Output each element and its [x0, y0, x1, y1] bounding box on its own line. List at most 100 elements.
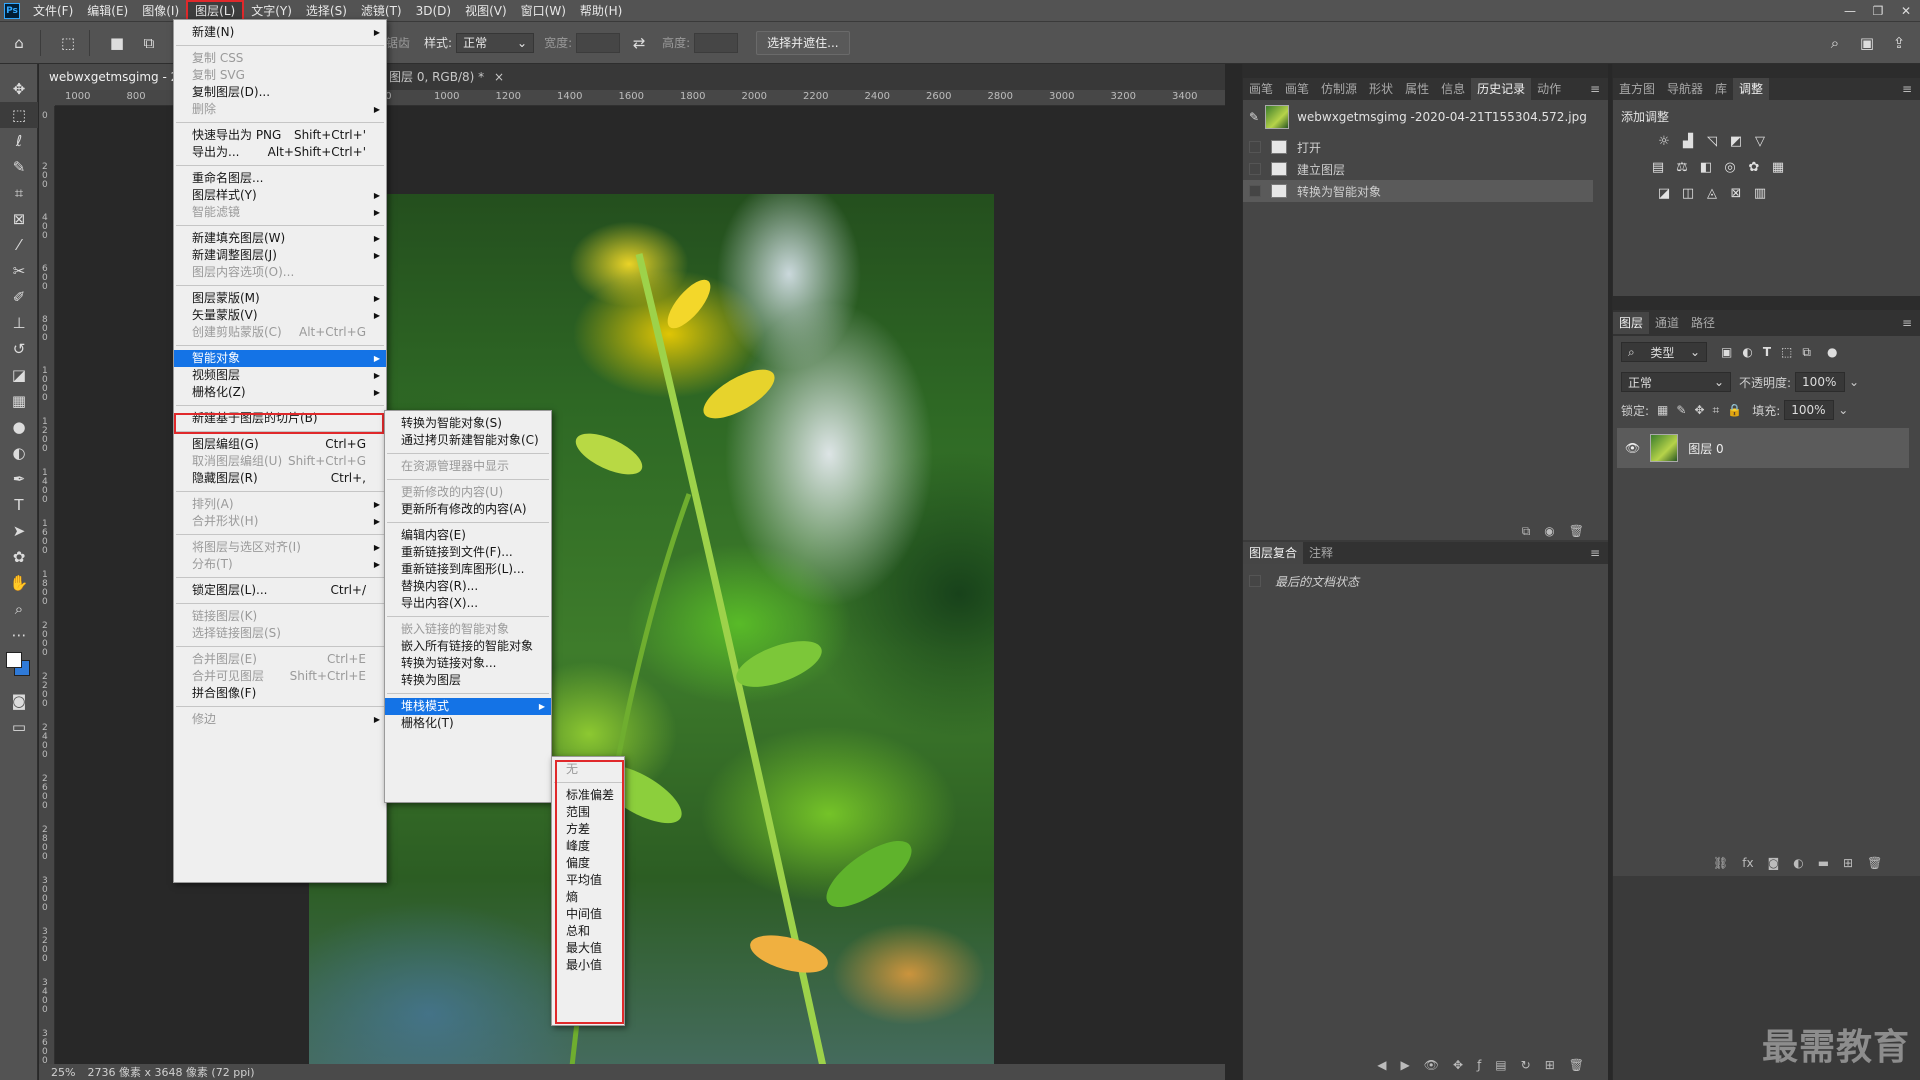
- history-brush-icon[interactable]: ↺: [0, 336, 38, 362]
- frame-icon[interactable]: ⊠: [0, 206, 38, 232]
- layer-menu-item[interactable]: 新建(N) ▶: [174, 24, 386, 41]
- new-group-icon[interactable]: ▬: [1818, 856, 1829, 870]
- history-step-checkbox[interactable]: [1249, 163, 1261, 175]
- lock-transparent-icon[interactable]: ▦: [1657, 403, 1668, 417]
- swap-icon[interactable]: ⇄: [626, 30, 652, 56]
- selective-color-icon[interactable]: ⊠: [1727, 184, 1745, 202]
- layer-menu-item[interactable]: 视频图层 ▶: [174, 367, 386, 384]
- custom-shape-icon[interactable]: ✿: [0, 544, 38, 570]
- select-and-mask-button[interactable]: 选择并遮住...: [756, 30, 850, 55]
- fx-icon[interactable]: fx: [1742, 856, 1753, 870]
- invert-icon[interactable]: ◪: [1655, 184, 1673, 202]
- layer-menu-item[interactable]: 快速导出为 PNG Shift+Ctrl+': [174, 127, 386, 144]
- stack-mode-item[interactable]: 中间值: [552, 906, 624, 923]
- stack-mode-item[interactable]: 平均值: [552, 872, 624, 889]
- brightness-contrast-icon[interactable]: ☼: [1655, 132, 1673, 150]
- comp-checkbox[interactable]: [1249, 575, 1261, 587]
- stack-mode-item[interactable]: 方差: [552, 821, 624, 838]
- menu-window[interactable]: 窗口(W): [514, 0, 573, 22]
- foreground-color-swatch[interactable]: [6, 652, 22, 668]
- quick-selection-icon[interactable]: ✎: [0, 154, 38, 180]
- smart-object-menu-item[interactable]: 嵌入所有链接的智能对象: [385, 638, 551, 655]
- tab-libraries[interactable]: 库: [1709, 78, 1733, 100]
- visibility-comp-icon[interactable]: 👁: [1424, 1058, 1439, 1072]
- panel-collapse-strip[interactable]: [1613, 64, 1920, 78]
- add-selection-icon[interactable]: ⧉: [136, 30, 162, 56]
- filter-pixel-icon[interactable]: ▣: [1721, 345, 1732, 359]
- marquee-preset-icon[interactable]: ⬚: [55, 30, 81, 56]
- hue-saturation-icon[interactable]: ▤: [1649, 158, 1667, 176]
- history-snapshot[interactable]: ✎ webwxgetmsgimg -2020-04-21T155304.572.…: [1243, 104, 1608, 130]
- appearance-comp-icon[interactable]: ▤: [1495, 1058, 1506, 1072]
- eye-icon[interactable]: 👁: [1625, 441, 1640, 455]
- layer-menu-item[interactable]: 图层样式(Y) ▶: [174, 187, 386, 204]
- stack-mode-item[interactable]: 峰度: [552, 838, 624, 855]
- history-step-checkbox[interactable]: [1249, 185, 1261, 197]
- pen-icon[interactable]: ✒: [0, 466, 38, 492]
- smart-object-menu-item[interactable]: 更新所有修改的内容(A): [385, 501, 551, 518]
- exposure-icon[interactable]: ◩: [1727, 132, 1745, 150]
- layer-menu-item[interactable]: 图层编组(G) Ctrl+G: [174, 436, 386, 453]
- layer-menu-item[interactable]: 复制图层(D)...: [174, 84, 386, 101]
- smart-object-menu-item[interactable]: 通过拷贝新建智能对象(C): [385, 432, 551, 449]
- layer-menu-item[interactable]: 隐藏图层(R) Ctrl+,: [174, 470, 386, 487]
- smart-object-menu-item[interactable]: 转换为图层: [385, 672, 551, 689]
- gradient-icon[interactable]: ▦: [0, 388, 38, 414]
- tab-navigator[interactable]: 导航器: [1661, 78, 1709, 100]
- tab-notes[interactable]: 注释: [1303, 542, 1339, 564]
- panel-menu-icon[interactable]: ≡: [1902, 316, 1912, 330]
- smart-object-menu-item[interactable]: 编辑内容(E): [385, 527, 551, 544]
- levels-icon[interactable]: ▟: [1679, 132, 1697, 150]
- link-layers-icon[interactable]: ⛓: [1713, 856, 1728, 870]
- healing-brush-icon[interactable]: ✂: [0, 258, 38, 284]
- stack-mode-item[interactable]: 标准偏差: [552, 787, 624, 804]
- tab-info[interactable]: 信息: [1435, 78, 1471, 100]
- new-document-from-state-icon[interactable]: ⧉: [1522, 524, 1531, 539]
- curves-icon[interactable]: ◹: [1703, 132, 1721, 150]
- history-step[interactable]: 建立图层: [1243, 158, 1593, 180]
- photo-filter-icon[interactable]: ◎: [1721, 158, 1739, 176]
- height-field[interactable]: [694, 32, 739, 53]
- width-field[interactable]: [576, 32, 621, 53]
- history-step[interactable]: 打开: [1243, 136, 1593, 158]
- hand-icon[interactable]: ✋: [0, 570, 38, 596]
- tab-shapes[interactable]: 形状: [1363, 78, 1399, 100]
- vibrance-icon[interactable]: ▽: [1751, 132, 1769, 150]
- smart-object-menu-item[interactable]: 重新链接到库图形(L)...: [385, 561, 551, 578]
- chevron-down-icon[interactable]: ⌄: [1838, 403, 1848, 417]
- layer-menu-item[interactable]: 重命名图层...: [174, 170, 386, 187]
- fill-field[interactable]: 100%: [1784, 400, 1835, 420]
- previous-comp-icon[interactable]: ◀: [1377, 1058, 1386, 1072]
- panel-collapse-strip[interactable]: [1243, 64, 1608, 78]
- filter-shape-icon[interactable]: ⬚: [1781, 345, 1792, 359]
- filter-toggle-icon[interactable]: ●: [1827, 345, 1837, 359]
- opacity-field[interactable]: 100%: [1795, 372, 1846, 392]
- filter-type-icon[interactable]: T: [1763, 345, 1771, 359]
- eraser-icon[interactable]: ◪: [0, 362, 38, 388]
- black-white-icon[interactable]: ◧: [1697, 158, 1715, 176]
- layer-menu-item[interactable]: 新建填充图层(W) ▶: [174, 230, 386, 247]
- tab-history[interactable]: 历史记录: [1471, 78, 1532, 100]
- trash-icon[interactable]: 🗑: [1569, 1058, 1584, 1072]
- stack-mode-item[interactable]: 范围: [552, 804, 624, 821]
- rectangular-marquee-icon[interactable]: ⬚: [0, 102, 38, 128]
- menu-3d[interactable]: 3D(D): [409, 0, 458, 22]
- tab-brushes[interactable]: 画笔: [1279, 78, 1315, 100]
- workspace-icon[interactable]: ▣: [1854, 30, 1880, 56]
- layer-menu-item[interactable]: 新建基于图层的切片(B): [174, 410, 386, 427]
- color-lookup-icon[interactable]: ▦: [1769, 158, 1787, 176]
- layer-menu-item[interactable]: 导出为... Alt+Shift+Ctrl+': [174, 144, 386, 161]
- style-select[interactable]: 正常 ⌄: [456, 32, 535, 53]
- layer-menu-item[interactable]: 矢量蒙版(V) ▶: [174, 307, 386, 324]
- search-icon[interactable]: ⌕: [1822, 30, 1848, 56]
- menu-item-stack-mode[interactable]: 堆栈模式 ▶: [385, 698, 551, 715]
- eyedropper-icon[interactable]: ⁄: [0, 232, 38, 258]
- color-swatches[interactable]: [0, 648, 38, 688]
- smart-object-menu-item[interactable]: 导出内容(X)...: [385, 595, 551, 612]
- lock-image-icon[interactable]: ✎: [1676, 403, 1686, 417]
- fx-comp-icon[interactable]: ƒ: [1477, 1058, 1481, 1072]
- layer-menu-item[interactable]: 栅格化(Z) ▶: [174, 384, 386, 401]
- panel-menu-icon[interactable]: ≡: [1590, 546, 1600, 560]
- stack-mode-item[interactable]: 偏度: [552, 855, 624, 872]
- tab-properties[interactable]: 属性: [1399, 78, 1435, 100]
